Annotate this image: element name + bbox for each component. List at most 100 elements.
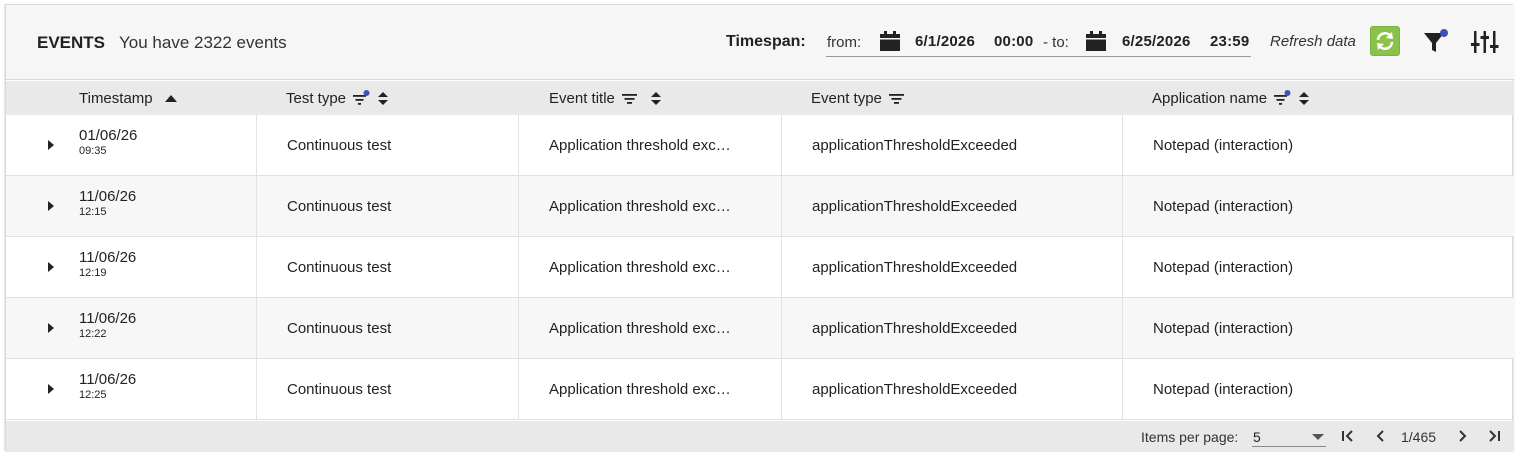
timestamp-cell: 11/06/26 12:19: [79, 249, 136, 280]
event-title-cell: Application threshold exc…: [549, 197, 731, 215]
application-name-cell: Notepad (interaction): [1153, 258, 1294, 276]
filter-button[interactable]: [1422, 29, 1448, 55]
to-date-field[interactable]: 6/25/2026: [1122, 33, 1191, 50]
event-type-cell: applicationThresholdExceeded: [812, 136, 1018, 154]
filter-icon: [1424, 29, 1448, 52]
from-time-field[interactable]: 00:00: [994, 33, 1033, 50]
calendar-icon[interactable]: [1085, 31, 1107, 52]
timestamp-time: 12:22: [79, 328, 107, 340]
chevron-down-icon: [1312, 434, 1324, 440]
timestamp-date: 11/06/26: [79, 188, 137, 205]
column-settings-button[interactable]: [1470, 29, 1500, 55]
paginator: Items per page: 5 1/465: [6, 421, 1514, 451]
column-header-event-type[interactable]: Event type: [811, 81, 906, 115]
event-title-cell: Application threshold exc…: [549, 319, 731, 337]
calendar-icon[interactable]: [879, 31, 901, 52]
test-type-cell: Continuous test: [287, 380, 392, 398]
column-divider: [781, 359, 782, 419]
column-filter-icon[interactable]: [888, 90, 906, 106]
items-per-page-select[interactable]: 5: [1252, 425, 1326, 447]
timestamp-cell: 11/06/26 12:25: [79, 371, 136, 402]
column-divider: [256, 176, 257, 236]
application-name-cell: Notepad (interaction): [1153, 319, 1294, 337]
refresh-button[interactable]: [1370, 26, 1400, 56]
column-divider: [518, 176, 519, 236]
column-header-label: Timestamp: [79, 89, 153, 107]
events-panel: EVENTS You have 2322 events Timespan: fr…: [5, 4, 1514, 451]
events-header: EVENTS You have 2322 events Timespan: fr…: [6, 5, 1514, 80]
sort-toggle-icon[interactable]: [649, 90, 663, 106]
column-divider: [256, 298, 257, 358]
column-divider: [1122, 176, 1123, 236]
event-title-cell: Application threshold exc…: [549, 258, 731, 276]
event-title-cell: Application threshold exc…: [549, 136, 731, 154]
timestamp-cell: 01/06/26 09:35: [79, 127, 137, 158]
expand-row-icon[interactable]: [44, 198, 58, 214]
expand-row-icon[interactable]: [44, 381, 58, 397]
column-divider: [1122, 298, 1123, 358]
test-type-cell: Continuous test: [287, 319, 392, 337]
table-row[interactable]: 11/06/26 12:15 Continuous test Applicati…: [6, 176, 1514, 237]
column-header-label: Test type: [286, 89, 347, 107]
timestamp-time: 12:15: [79, 206, 107, 218]
column-divider: [518, 115, 519, 175]
column-header-label: Event title: [549, 89, 615, 107]
refresh-label: Refresh data: [1270, 33, 1356, 50]
date-range-underline: [826, 56, 1251, 57]
column-header-event-title[interactable]: Event title: [549, 81, 663, 115]
expand-row-icon[interactable]: [44, 320, 58, 336]
column-divider: [518, 359, 519, 419]
timestamp-cell: 11/06/26 12:15: [79, 188, 136, 219]
first-page-icon[interactable]: [1339, 427, 1357, 445]
last-page-icon[interactable]: [1485, 427, 1503, 445]
column-divider: [1122, 115, 1123, 175]
column-divider: [781, 176, 782, 236]
column-filter-icon[interactable]: [1273, 90, 1291, 106]
event-title-cell: Application threshold exc…: [549, 380, 731, 398]
column-divider: [518, 237, 519, 297]
to-label: - to:: [1043, 34, 1069, 51]
column-divider: [1122, 359, 1123, 419]
sort-toggle-icon[interactable]: [1297, 90, 1311, 106]
event-type-cell: applicationThresholdExceeded: [812, 197, 1018, 215]
table-header: Timestamp Test type Event title Event ty…: [6, 81, 1514, 115]
timestamp-time: 09:35: [79, 145, 107, 157]
timestamp-cell: 11/06/26 12:22: [79, 310, 136, 341]
event-type-cell: applicationThresholdExceeded: [812, 258, 1018, 276]
test-type-cell: Continuous test: [287, 136, 392, 154]
column-divider: [518, 298, 519, 358]
application-name-cell: Notepad (interaction): [1153, 380, 1294, 398]
event-type-cell: applicationThresholdExceeded: [812, 319, 1018, 337]
column-header-application-name[interactable]: Application name: [1152, 81, 1311, 115]
test-type-cell: Continuous test: [287, 197, 392, 215]
from-date-field[interactable]: 6/1/2026: [915, 33, 975, 50]
prev-page-icon[interactable]: [1372, 427, 1390, 445]
to-time-field[interactable]: 23:59: [1210, 33, 1249, 50]
timestamp-time: 12:25: [79, 389, 107, 401]
table-row[interactable]: 11/06/26 12:22 Continuous test Applicati…: [6, 298, 1514, 359]
test-type-cell: Continuous test: [287, 258, 392, 276]
page-indicator: 1/465: [1401, 429, 1437, 445]
column-divider: [256, 359, 257, 419]
column-header-timestamp[interactable]: Timestamp: [79, 81, 179, 115]
timestamp-date: 01/06/26: [79, 127, 138, 144]
column-filter-icon[interactable]: [352, 90, 370, 106]
column-header-test-type[interactable]: Test type: [286, 81, 390, 115]
table-row[interactable]: 11/06/26 12:25 Continuous test Applicati…: [6, 359, 1514, 420]
column-filter-icon[interactable]: [621, 90, 639, 106]
column-header-label: Application name: [1152, 89, 1268, 107]
table-row[interactable]: 01/06/26 09:35 Continuous test Applicati…: [6, 115, 1514, 176]
expand-row-icon[interactable]: [44, 259, 58, 275]
application-name-cell: Notepad (interaction): [1153, 197, 1294, 215]
page-title: EVENTS: [37, 33, 106, 52]
tune-icon: [1471, 31, 1499, 53]
refresh-icon: [1376, 32, 1394, 50]
sort-ascending-icon[interactable]: [163, 92, 179, 104]
table-row[interactable]: 11/06/26 12:19 Continuous test Applicati…: [6, 237, 1514, 298]
column-divider: [781, 237, 782, 297]
timespan-label: Timespan:: [726, 33, 806, 50]
from-label: from:: [827, 34, 862, 51]
sort-toggle-icon[interactable]: [376, 90, 390, 106]
next-page-icon[interactable]: [1453, 427, 1471, 445]
expand-row-icon[interactable]: [44, 137, 58, 153]
